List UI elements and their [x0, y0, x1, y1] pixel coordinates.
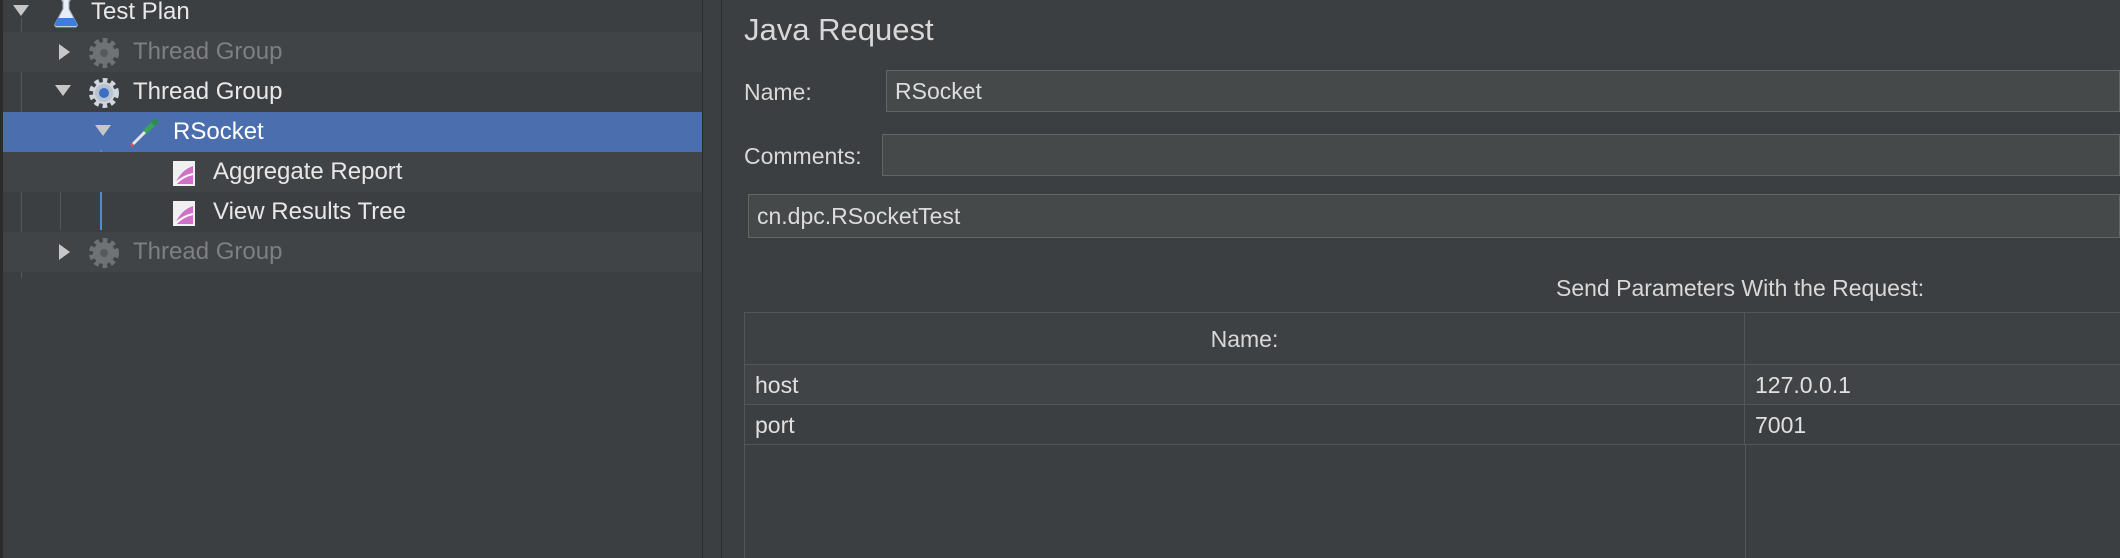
chevron-right-icon[interactable]: [59, 244, 70, 260]
tree-item-rsocket[interactable]: RSocket: [3, 112, 702, 152]
pipette-icon: [130, 119, 158, 147]
chevron-down-icon[interactable]: [55, 85, 71, 96]
tree-item-thread-group[interactable]: Thread Group: [3, 72, 702, 112]
java-request-panel: Java Request Name: RSocket Comments: cn.…: [722, 0, 2120, 558]
send-parameters-label: Send Parameters With the Request:: [1556, 275, 1925, 301]
tree-item-label: Thread Group: [133, 78, 283, 105]
gear-icon: [89, 38, 119, 68]
flask-icon: [54, 0, 78, 28]
comments-label: Comments:: [744, 143, 862, 169]
table-cell-name[interactable]: port: [745, 405, 1745, 445]
table-cell-name[interactable]: host: [745, 365, 1745, 405]
tree-item-label: Thread Group: [133, 38, 283, 65]
tree-item-view-results-tree[interactable]: View Results Tree: [3, 192, 702, 232]
gear-icon: [89, 238, 119, 268]
tree-item-label: View Results Tree: [213, 198, 406, 225]
test-plan-tree: Test Plan Thread Group Thread Group RSoc…: [0, 0, 702, 558]
chevron-down-icon[interactable]: [13, 5, 29, 16]
tree-item-label: Thread Group: [133, 238, 283, 265]
page-title: Java Request: [744, 12, 934, 47]
name-field[interactable]: RSocket: [886, 70, 2120, 112]
report-icon: [173, 201, 195, 226]
parameters-table: Name: host 127.0.0.1 port 7001: [744, 312, 2120, 558]
table-cell-value[interactable]: 7001: [1745, 405, 2120, 445]
panel-splitter[interactable]: [702, 0, 722, 558]
chevron-right-icon[interactable]: [59, 44, 70, 60]
table-cell-value[interactable]: 127.0.0.1: [1745, 365, 2120, 405]
gear-icon: [89, 78, 119, 108]
comments-field[interactable]: [882, 134, 2120, 176]
tree-item-label: RSocket: [173, 118, 264, 145]
chevron-down-icon[interactable]: [95, 125, 111, 136]
tree-item-test-plan[interactable]: Test Plan: [3, 0, 702, 32]
tree-item-label: Aggregate Report: [213, 158, 403, 185]
report-icon: [173, 161, 195, 186]
tree-item-label: Test Plan: [91, 0, 190, 25]
name-label: Name:: [744, 79, 812, 105]
column-header-value[interactable]: [1745, 313, 2120, 365]
tree-item-aggregate-report[interactable]: Aggregate Report: [3, 152, 702, 192]
column-divider: [1745, 445, 1746, 558]
column-header-name[interactable]: Name:: [745, 313, 1745, 365]
tree-item-thread-group[interactable]: Thread Group: [3, 232, 702, 272]
classname-field[interactable]: cn.dpc.RSocketTest: [748, 194, 2120, 238]
tree-item-thread-group[interactable]: Thread Group: [3, 32, 702, 72]
